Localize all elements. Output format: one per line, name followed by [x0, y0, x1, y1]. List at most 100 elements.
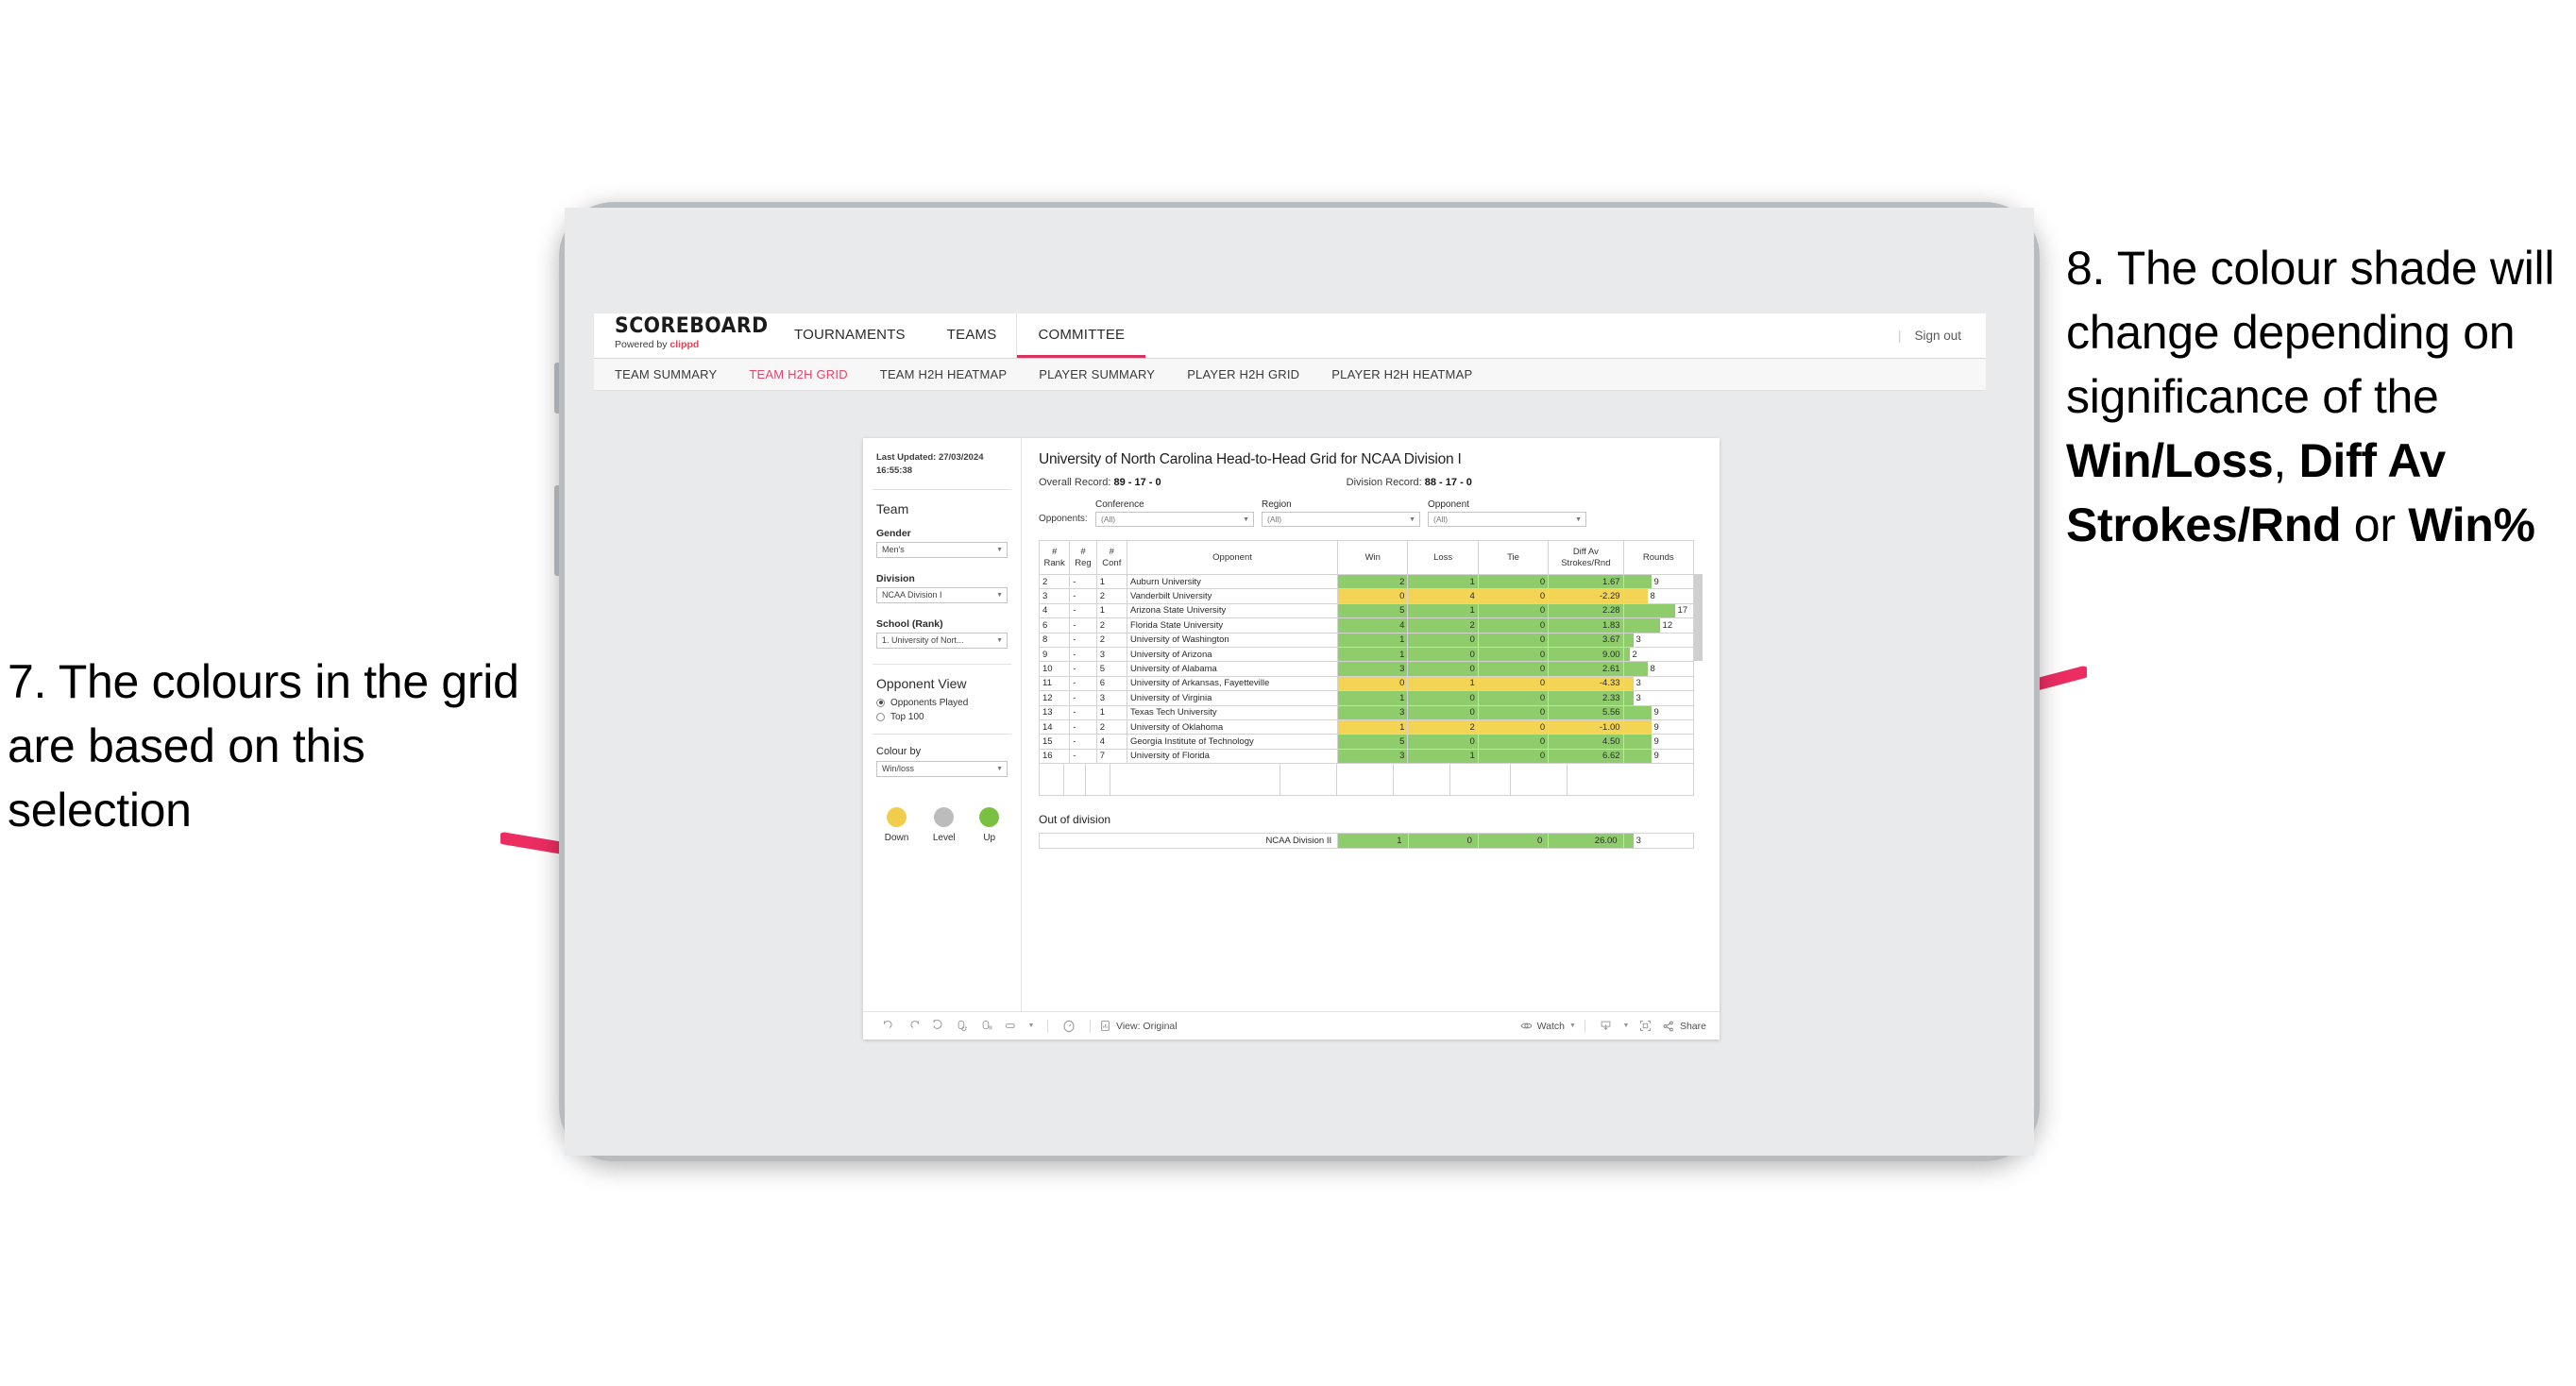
subnav-item-team-h2h-heatmap[interactable]: TEAM H2H HEATMAP	[880, 367, 1007, 381]
table-row[interactable]: 3-2 Vanderbilt University 0 4 0 -2.29 8	[1038, 588, 1695, 604]
col-reg[interactable]: # Reg	[1069, 540, 1097, 575]
chevron-down-icon: ▼	[1569, 1023, 1576, 1029]
watch-button[interactable]: Watch ▼	[1520, 1020, 1576, 1032]
eye-icon	[1520, 1023, 1533, 1029]
col-rounds[interactable]: Rounds	[1622, 540, 1695, 575]
shape-icon[interactable]	[999, 1019, 1024, 1033]
region-filter-select[interactable]: (All) ▼	[1262, 512, 1420, 527]
table-row[interactable]: 6-2 Florida State University 4 2 0 1.83 12	[1038, 617, 1695, 634]
nav-item-tournaments[interactable]: TOURNAMENTS	[773, 313, 926, 358]
undo-icon[interactable]	[876, 1019, 901, 1033]
table-row[interactable]: 10-5 University of Alabama 3 0 0 2.61 8	[1038, 661, 1695, 677]
table-row[interactable]: 2-1 Auburn University 2 1 0 1.67 9	[1038, 573, 1695, 590]
gender-select[interactable]: Men's ▼	[876, 541, 1008, 558]
colour-by-group: Colour by Win/loss ▼	[863, 746, 1021, 777]
cell-diff: 2.61	[1548, 661, 1624, 677]
cell-diff: 1.83	[1548, 617, 1624, 634]
rounds-bar	[1623, 719, 1652, 735]
pause-icon[interactable]	[974, 1019, 999, 1033]
conference-filter-select[interactable]: (All) ▼	[1095, 512, 1254, 527]
opponent-view-heading: Opponent View	[876, 675, 967, 691]
subnav-item-player-h2h-heatmap[interactable]: PLAYER H2H HEATMAP	[1331, 367, 1472, 381]
opponent-view-group: Opponent View Opponents Played Top 100	[863, 676, 1021, 722]
subnav-item-team-summary[interactable]: TEAM SUMMARY	[615, 367, 717, 381]
opponents-filter-lead: Opponents:	[1039, 514, 1088, 524]
cell-tie: 0	[1477, 734, 1550, 750]
subnav-item-player-h2h-grid[interactable]: PLAYER H2H GRID	[1187, 367, 1299, 381]
col-opponent[interactable]: Opponent	[1126, 540, 1339, 575]
table-row[interactable]: 15-4 Georgia Institute of Technology 5 0 0 4.…	[1038, 734, 1695, 750]
table-row[interactable]: 13-1 Texas Tech University 3 0 0 5.56 9	[1038, 704, 1695, 720]
cell-tie: 0	[1477, 617, 1550, 634]
cell-conf: 2	[1095, 632, 1127, 648]
col-rank[interactable]: # Rank	[1038, 540, 1071, 575]
radio-opponents-played[interactable]: Opponents Played	[876, 698, 1008, 708]
nav-item-committee[interactable]: COMMITTEE	[1017, 313, 1146, 358]
cell-opponent: Texas Tech University	[1126, 704, 1339, 720]
table-row[interactable]: 4-1 Arizona State University 5 1 0 2.28 17	[1038, 602, 1695, 619]
cell-opponent: Auburn University	[1126, 573, 1339, 590]
rounds-bar	[1623, 749, 1652, 764]
table-row[interactable]: 12-3 University of Virginia 1 0 0 2.33 3	[1038, 690, 1695, 706]
cell-rank: 3	[1038, 588, 1071, 604]
viz-toolbar: ▼ View: Original Watch ▼ ▼ Share	[863, 1011, 1720, 1040]
school-select[interactable]: 1. University of Nort... ▼	[876, 632, 1008, 649]
subnav-item-team-h2h-grid[interactable]: TEAM H2H GRID	[749, 367, 847, 381]
cell-rank: 13	[1038, 704, 1071, 720]
grid-scrollbar[interactable]	[1694, 574, 1703, 661]
colour-by-select[interactable]: Win/loss ▼	[876, 760, 1008, 777]
signout-link[interactable]: Sign out	[1914, 329, 1961, 343]
radio-on-icon	[876, 698, 885, 707]
division-select[interactable]: NCAA Division I ▼	[876, 586, 1008, 603]
main-nav: TOURNAMENTS TEAMS COMMITTEE	[773, 313, 1146, 358]
cell-loss: 0	[1407, 632, 1479, 648]
rounds-bar	[1623, 676, 1634, 691]
table-row[interactable]: 8-2 University of Washington 1 0 0 3.67 3	[1038, 632, 1695, 648]
cell-loss: 0	[1407, 661, 1479, 677]
revert-icon[interactable]	[925, 1019, 950, 1033]
table-row[interactable]: 16-7 University of Florida 3 1 0 6.62 9	[1038, 748, 1695, 765]
cell-loss: 2	[1407, 718, 1479, 735]
toolbar-divider-2	[1090, 1019, 1091, 1033]
view-original-button[interactable]: View: Original	[1099, 1020, 1178, 1032]
school-label: School (Rank)	[876, 617, 943, 630]
col-loss[interactable]: Loss	[1407, 540, 1479, 575]
download-dropdown-icon[interactable]: ▼	[1618, 1023, 1634, 1029]
legend-swatch-up	[979, 806, 1000, 827]
cell-rank: 12	[1038, 690, 1071, 706]
shape-dropdown-icon[interactable]: ▼	[1024, 1023, 1039, 1029]
refresh-icon[interactable]	[950, 1019, 974, 1033]
region-filter-label: Region	[1262, 499, 1292, 510]
col-tie[interactable]: Tie	[1477, 540, 1550, 575]
brand-logo[interactable]: SCOREBOARD Powered by clippd	[594, 313, 773, 358]
pause-auto-update-icon[interactable]	[1057, 1019, 1081, 1034]
col-conf[interactable]: # Conf	[1095, 540, 1127, 575]
subnav-item-player-summary[interactable]: PLAYER SUMMARY	[1039, 367, 1155, 381]
cell-loss: 2	[1407, 617, 1479, 634]
nav-item-teams[interactable]: TEAMS	[926, 313, 1018, 358]
chevron-down-icon: ▼	[996, 765, 1003, 772]
table-row[interactable]: 14-2 University of Oklahoma 1 2 0 -1.00 9	[1038, 718, 1695, 735]
share-button[interactable]: Share	[1662, 1020, 1706, 1033]
division-label: Division	[876, 572, 915, 584]
table-row[interactable]: 9-3 University of Arizona 1 0 0 9.00 2	[1038, 646, 1695, 663]
cell-rank: 9	[1038, 646, 1071, 663]
out-of-division-heading: Out of division	[1039, 813, 1111, 827]
division-record: Division Record: 88 - 17 - 0	[1347, 477, 1472, 488]
cell-tie: 0	[1477, 704, 1550, 720]
download-icon[interactable]	[1594, 1019, 1618, 1033]
col-diff-av-strokes[interactable]: Diff Av Strokes/Rnd	[1548, 540, 1624, 575]
table-row[interactable]: 11-6 University of Arkansas, Fayetteville…	[1038, 675, 1695, 692]
annotation-8-comma: ,	[2273, 434, 2299, 487]
col-win[interactable]: Win	[1337, 540, 1409, 575]
radio-top-100[interactable]: Top 100	[876, 712, 1008, 722]
redo-icon[interactable]	[901, 1019, 925, 1033]
out-of-division-row[interactable]: NCAA Division II 1 0 0 26.00 3	[1038, 833, 1695, 850]
opponent-filter-select[interactable]: (All) ▼	[1428, 512, 1586, 527]
rounds-value: 2	[1632, 649, 1637, 660]
h2h-grid-table: # Rank # Reg # Conf Opponent Win Loss Tie	[1038, 540, 1695, 765]
division-record-value: 88 - 17 - 0	[1424, 477, 1472, 488]
brand-tagline: Powered by clippd	[615, 339, 773, 350]
fullscreen-icon[interactable]	[1634, 1019, 1658, 1033]
cell-conf: 2	[1095, 588, 1127, 604]
